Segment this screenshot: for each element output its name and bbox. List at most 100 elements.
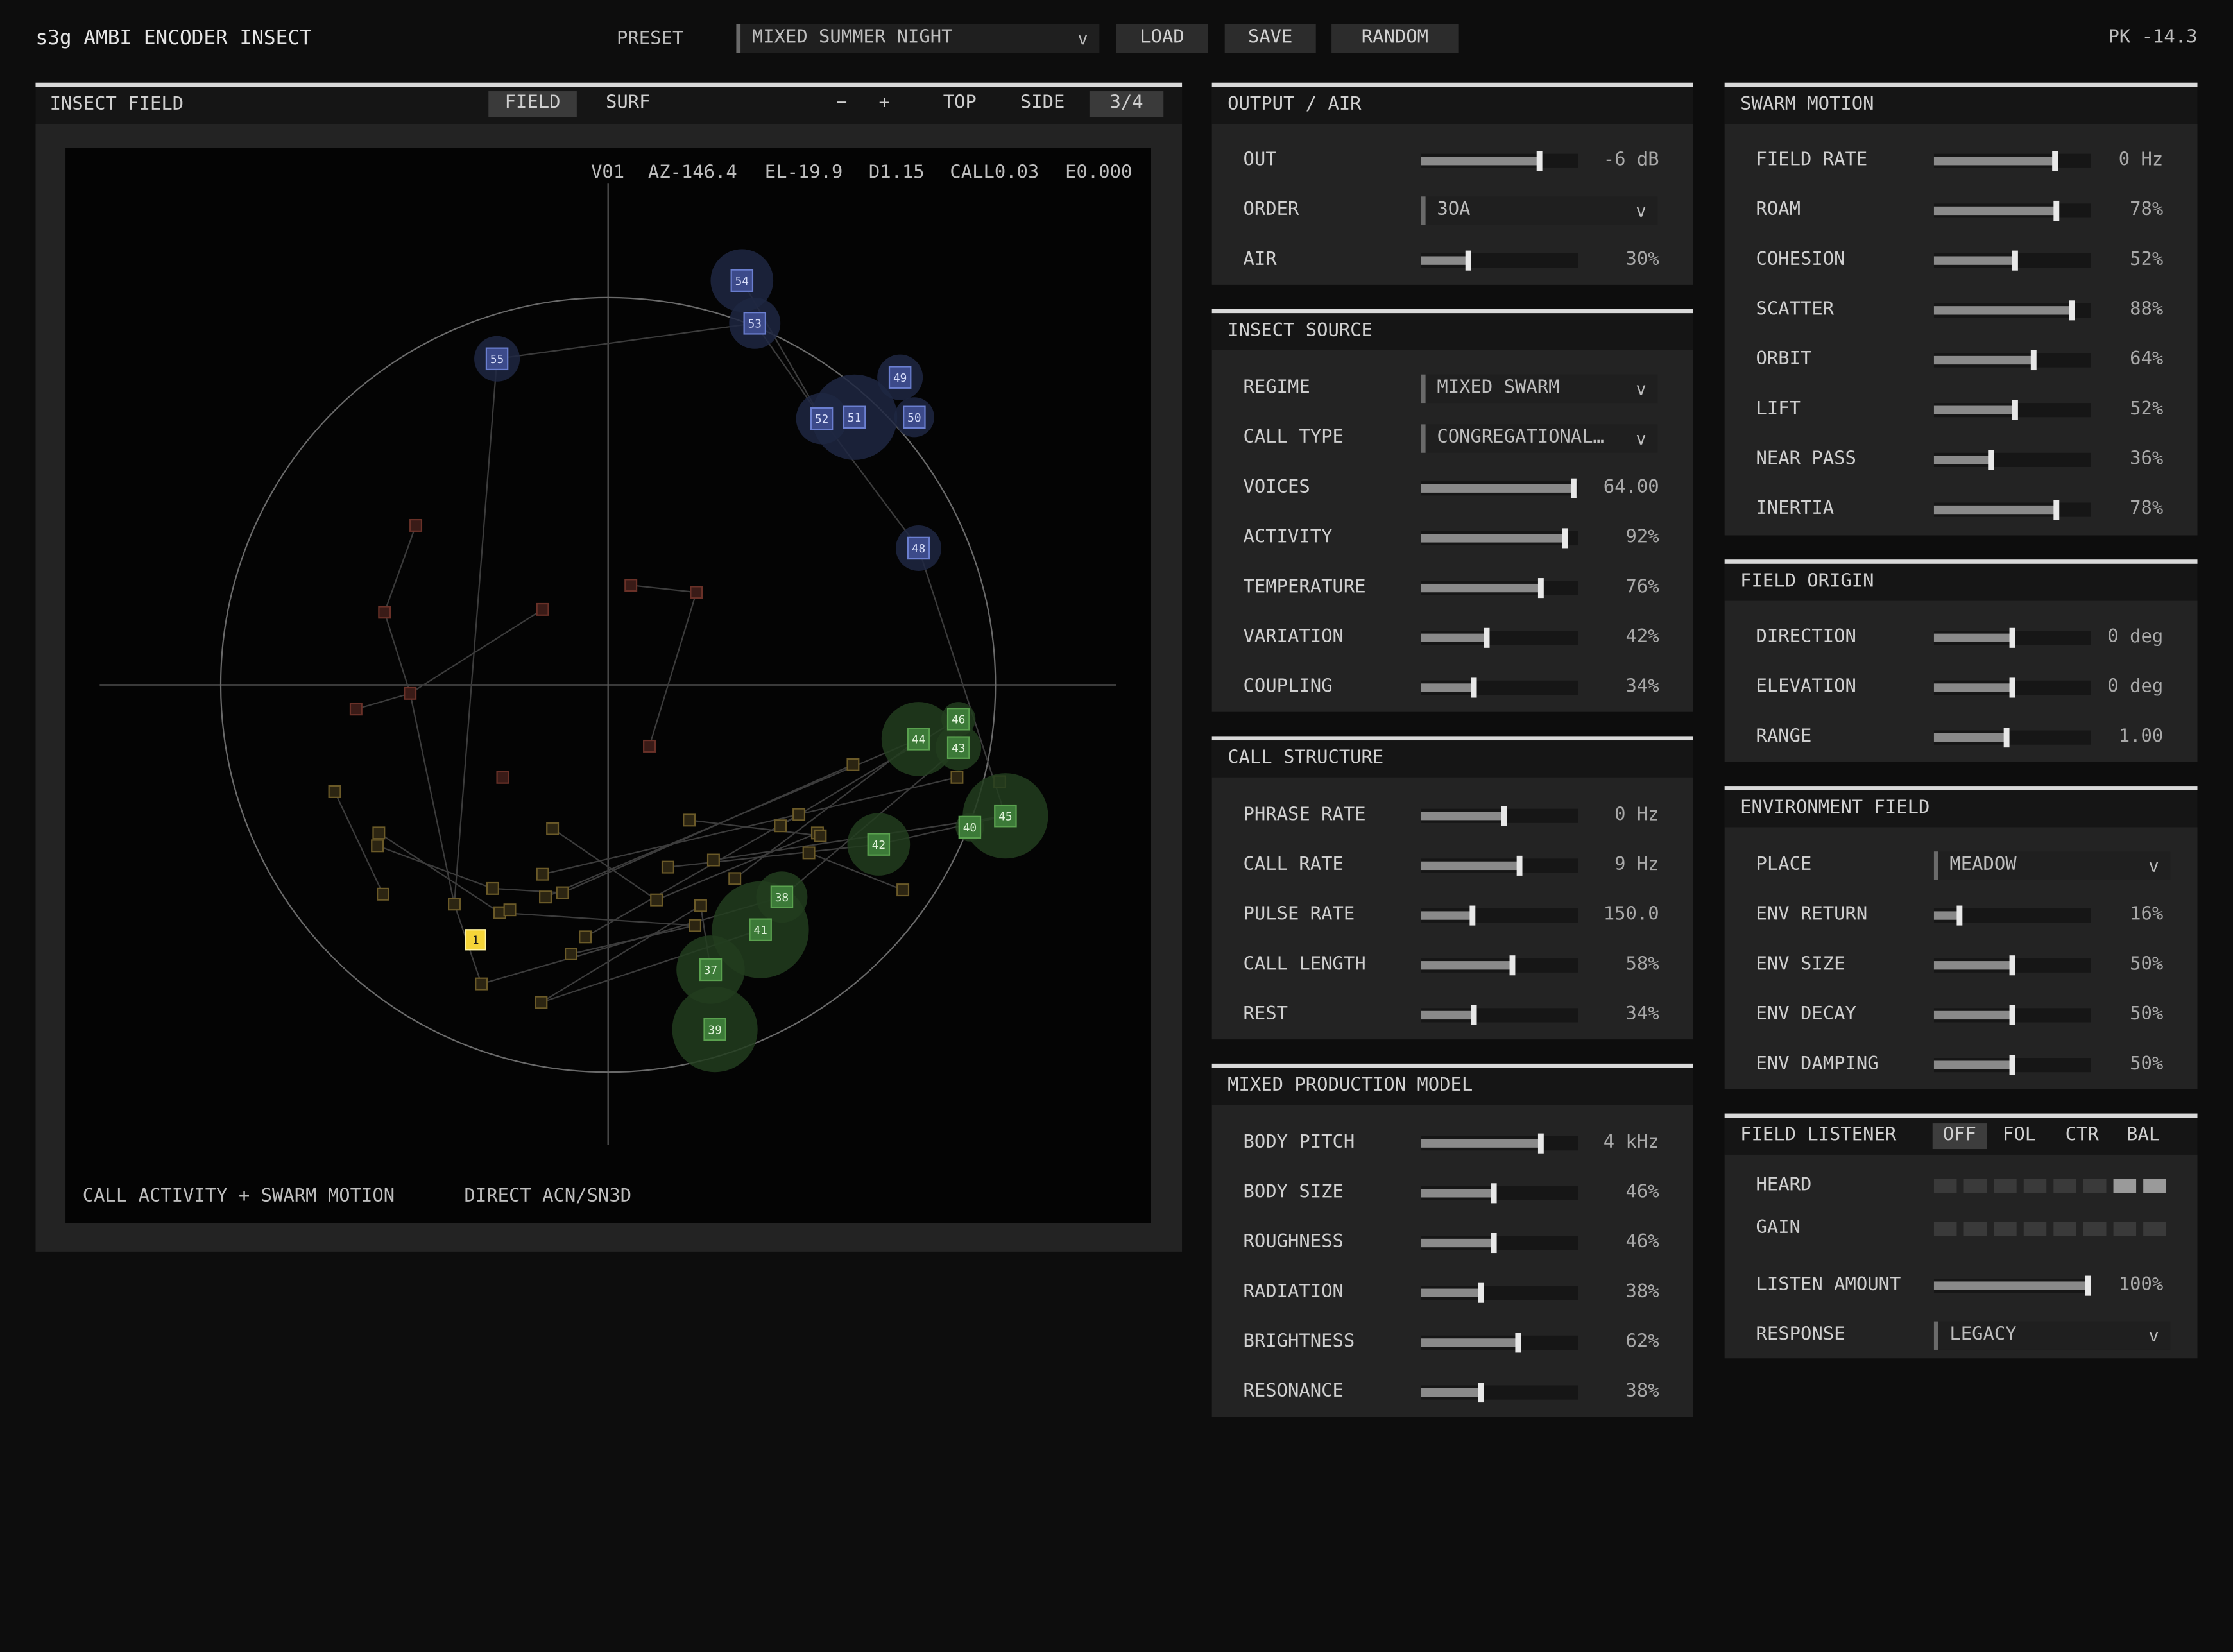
param-select[interactable]: MEADOW v	[1933, 851, 2171, 880]
param-slider[interactable]	[1421, 855, 1579, 876]
param-slider[interactable]	[1421, 578, 1579, 599]
param-slider[interactable]	[1421, 955, 1579, 976]
param-slider[interactable]	[1421, 478, 1579, 498]
view-side-button[interactable]: SIDE	[1010, 91, 1075, 117]
olive-source-node[interactable]	[564, 948, 578, 960]
param-slider[interactable]	[1933, 250, 2091, 271]
param-select[interactable]: MIXED SWARM v	[1421, 374, 1658, 404]
slider-thumb[interactable]	[1478, 1383, 1484, 1403]
slider-thumb[interactable]	[2003, 728, 2009, 748]
olive-source-node[interactable]	[661, 860, 674, 874]
olive-source-node[interactable]	[475, 977, 488, 991]
slider-thumb[interactable]	[1562, 528, 1568, 549]
olive-source-node[interactable]	[689, 919, 702, 932]
param-slider[interactable]	[1933, 677, 2091, 698]
slider-thumb[interactable]	[1465, 250, 1471, 271]
olive-source-node[interactable]	[792, 808, 806, 821]
param-slider[interactable]	[1421, 677, 1579, 698]
olive-source-node[interactable]	[377, 887, 390, 901]
save-button[interactable]: SAVE	[1224, 24, 1316, 53]
param-select[interactable]: CONGREGATIONAL… v	[1421, 424, 1658, 453]
slider-thumb[interactable]	[1537, 578, 1543, 599]
param-slider[interactable]	[1933, 400, 2091, 420]
mode-surf-button[interactable]: SURF	[585, 91, 671, 117]
olive-source-node[interactable]	[728, 872, 742, 885]
olive-source-node[interactable]	[503, 903, 517, 917]
param-slider[interactable]	[1933, 200, 2091, 221]
olive-source-node[interactable]	[846, 758, 860, 771]
param-slider[interactable]	[1933, 151, 2091, 171]
listener-off-button[interactable]: OFF	[1932, 1123, 1987, 1150]
param-slider[interactable]	[1421, 1183, 1579, 1204]
brown-source-node[interactable]	[496, 771, 509, 784]
olive-source-node[interactable]	[372, 826, 386, 840]
slider-thumb[interactable]	[1509, 955, 1515, 976]
param-slider[interactable]	[1421, 151, 1579, 171]
brown-source-node[interactable]	[404, 686, 417, 700]
brown-source-node[interactable]	[378, 606, 391, 619]
olive-source-node[interactable]	[371, 839, 384, 853]
olive-source-node[interactable]	[486, 881, 499, 895]
olive-source-node[interactable]	[774, 819, 787, 833]
slider-thumb[interactable]	[2031, 350, 2037, 371]
param-slider[interactable]	[1421, 528, 1579, 549]
olive-source-node[interactable]	[650, 893, 663, 907]
slider-thumb[interactable]	[2069, 300, 2075, 321]
olive-source-node[interactable]	[546, 822, 560, 835]
param-slider[interactable]	[1933, 905, 2091, 926]
olive-source-node[interactable]	[447, 898, 461, 911]
olive-source-node[interactable]	[579, 930, 592, 944]
field-canvas[interactable]: V01 AZ-146.4 EL-19.9 D1.15 CALL0.03 E0.0…	[65, 148, 1151, 1223]
olive-source-node[interactable]	[694, 899, 707, 912]
slider-thumb[interactable]	[1956, 905, 1962, 926]
param-slider[interactable]	[1421, 905, 1579, 926]
param-slider[interactable]	[1933, 627, 2091, 648]
olive-source-node[interactable]	[536, 867, 549, 881]
param-slider[interactable]	[1421, 1333, 1579, 1353]
listen-amount-slider[interactable]	[1933, 1275, 2091, 1296]
brown-source-node[interactable]	[536, 602, 549, 616]
olive-source-node[interactable]	[950, 771, 964, 784]
param-slider[interactable]	[1421, 250, 1579, 271]
brown-source-node[interactable]	[690, 586, 703, 599]
param-slider[interactable]	[1421, 1282, 1579, 1303]
slider-thumb[interactable]	[1501, 806, 1507, 826]
param-slider[interactable]	[1933, 1055, 2091, 1075]
slider-thumb[interactable]	[2012, 250, 2019, 271]
slider-thumb[interactable]	[1517, 855, 1523, 876]
view-34-button[interactable]: 3/4	[1089, 91, 1164, 117]
param-select[interactable]: 3OA v	[1421, 196, 1658, 225]
param-slider[interactable]	[1421, 1232, 1579, 1254]
slider-thumb[interactable]	[1471, 1005, 1478, 1025]
zoom-in-button[interactable]: +	[870, 91, 898, 117]
olive-source-node[interactable]	[802, 846, 816, 860]
slider-thumb[interactable]	[1537, 1133, 1543, 1154]
slider-thumb[interactable]	[2009, 1055, 2015, 1075]
olive-source-node[interactable]	[556, 886, 569, 899]
brown-source-node[interactable]	[624, 579, 638, 592]
olive-source-node[interactable]	[328, 785, 341, 798]
slider-thumb[interactable]	[1471, 677, 1478, 698]
slider-thumb[interactable]	[1470, 905, 1476, 926]
slider-thumb[interactable]	[1536, 151, 1542, 171]
slider-thumb[interactable]	[1515, 1333, 1521, 1353]
param-slider[interactable]	[1933, 350, 2091, 371]
slider-thumb[interactable]	[1570, 478, 1577, 498]
brown-source-node[interactable]	[409, 518, 423, 532]
param-slider[interactable]	[1933, 728, 2091, 748]
slider-thumb[interactable]	[2012, 400, 2019, 420]
slider-thumb[interactable]	[2051, 151, 2058, 171]
slider-thumb[interactable]	[2053, 500, 2059, 520]
olive-source-node[interactable]	[814, 829, 827, 842]
random-button[interactable]: RANDOM	[1331, 24, 1459, 53]
listener-bal-button[interactable]: BAL	[2122, 1123, 2165, 1149]
param-slider[interactable]	[1933, 500, 2091, 520]
olive-source-node[interactable]	[539, 890, 552, 904]
brown-source-node[interactable]	[643, 739, 656, 753]
slider-thumb[interactable]	[1490, 1232, 1496, 1254]
slider-thumb[interactable]	[2009, 1005, 2015, 1025]
olive-source-node[interactable]	[896, 883, 910, 897]
param-slider[interactable]	[1933, 300, 2091, 321]
slider-thumb[interactable]	[2009, 677, 2015, 698]
param-slider[interactable]	[1933, 1005, 2091, 1025]
